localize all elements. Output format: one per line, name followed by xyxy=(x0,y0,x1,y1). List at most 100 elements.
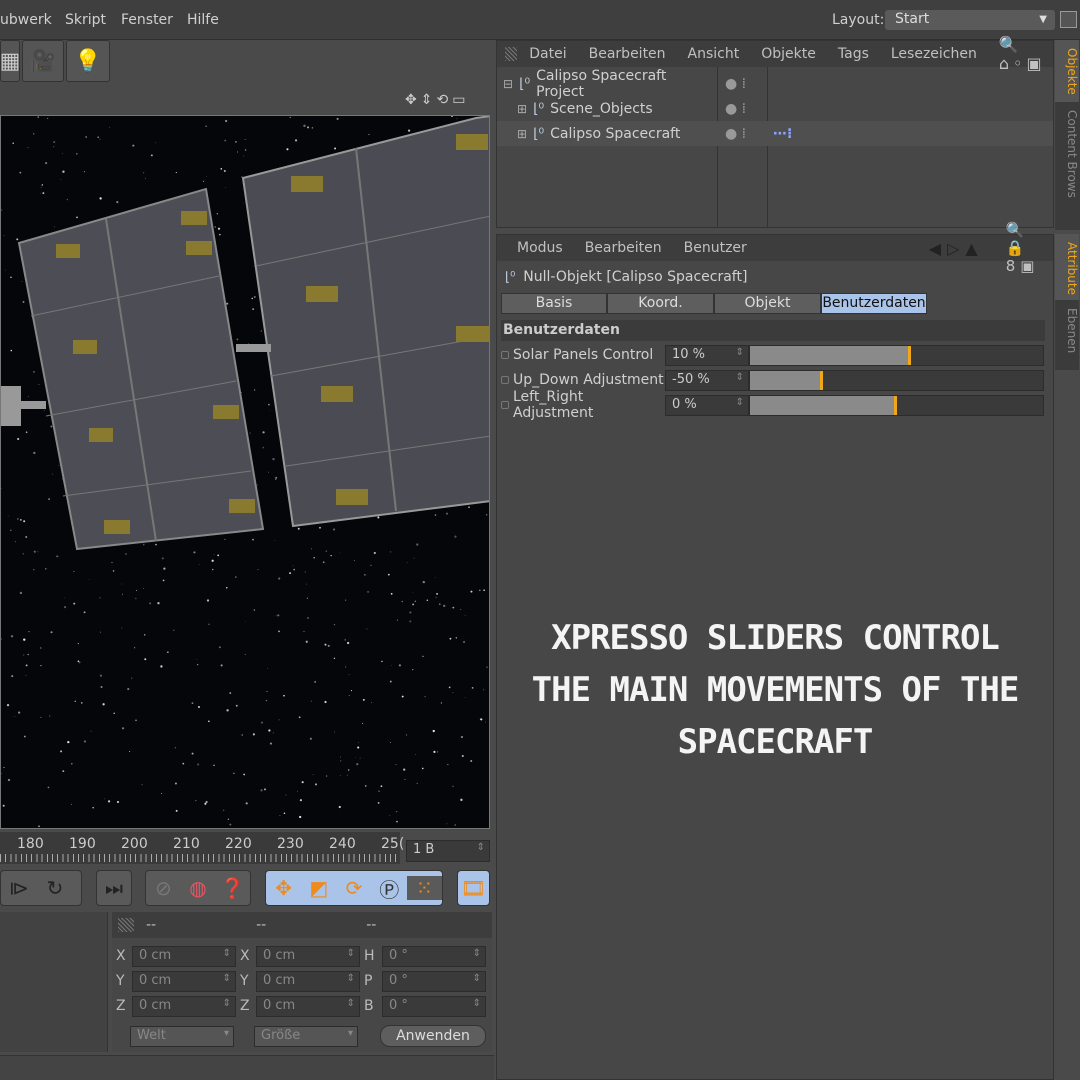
coord-field[interactable]: 0 cm ⇕ xyxy=(132,946,236,967)
camera-icon[interactable]: 🎥 xyxy=(22,40,64,82)
object-name[interactable]: Calipso Spacecraft Project xyxy=(536,68,714,100)
tab-attribute[interactable]: Attribute xyxy=(1055,234,1079,300)
play-forward-icon[interactable]: ⧐ xyxy=(1,876,37,900)
nav-back-forward-icons[interactable]: ◀▷▲ xyxy=(929,239,984,258)
object-row[interactable]: ⊞ ⌊⁰ Calipso Spacecraft ● ⁞ ⋯⁝ xyxy=(497,121,1053,146)
coord-field[interactable]: 0 cm ⇕ xyxy=(256,946,360,967)
animate-checkbox[interactable] xyxy=(501,401,509,409)
light-icon[interactable]: 💡 xyxy=(66,40,110,82)
menu-ansicht[interactable]: Ansicht xyxy=(688,46,740,62)
stepper-icon[interactable]: ⇕ xyxy=(736,397,744,408)
tab-koord[interactable]: Koord. xyxy=(607,293,714,314)
frame-field[interactable]: 1 B ⇕ xyxy=(406,840,490,862)
menu-datei[interactable]: Datei xyxy=(529,46,566,62)
film-button[interactable]: 🎞 xyxy=(457,870,490,906)
coord-field[interactable]: 0 cm ⇕ xyxy=(256,996,360,1017)
param-slider[interactable] xyxy=(749,369,1044,391)
menu-bearbeiten[interactable]: Bearbeiten xyxy=(589,46,666,62)
animate-checkbox[interactable] xyxy=(501,351,509,359)
visibility-dot-icon[interactable]: ● ⁞ xyxy=(725,126,746,142)
axis-label: Z xyxy=(116,998,126,1014)
tab-content-browser[interactable]: Content Brows xyxy=(1055,102,1079,198)
animate-checkbox[interactable] xyxy=(501,376,509,384)
coord-field[interactable]: 0 ° ⇕ xyxy=(382,996,486,1017)
points-icon[interactable]: ⁙ xyxy=(406,876,443,900)
param-value-field[interactable]: 0 % ⇕ xyxy=(665,394,749,416)
viewport-nav-icons[interactable]: ✥⇕⟲▭ xyxy=(405,92,469,108)
chevron-down-icon: ▼ xyxy=(1039,14,1047,25)
object-name[interactable]: Scene_Objects xyxy=(550,101,715,117)
param-value-field[interactable]: 10 % ⇕ xyxy=(665,344,749,366)
coord-field[interactable]: 0 ° ⇕ xyxy=(382,971,486,992)
param-value-field[interactable]: -50 % ⇕ xyxy=(665,369,749,391)
stepper-icon[interactable]: ⇕ xyxy=(736,347,744,358)
axis-label: P xyxy=(364,973,373,989)
rotate-icon[interactable]: ⟳ xyxy=(336,876,371,900)
visibility-dot-icon[interactable]: ● ⁞ xyxy=(725,101,746,117)
coord-header-position: -- xyxy=(146,917,157,933)
coord-header: -- -- -- xyxy=(112,912,492,938)
object-name[interactable]: Calipso Spacecraft xyxy=(550,126,715,142)
viewport[interactable] xyxy=(0,115,490,829)
object-row[interactable]: ⊞ ⌊⁰ Scene_Objects ● ⁞ xyxy=(497,96,1053,121)
tab-objekt[interactable]: Objekt xyxy=(714,293,821,314)
goto-end-button[interactable]: ⏭ xyxy=(96,870,132,906)
xpresso-tag-icon[interactable]: ⋯⁝ xyxy=(773,126,792,142)
size-select[interactable]: Größe ▾ xyxy=(254,1026,358,1047)
menu-fenster[interactable]: Fenster xyxy=(121,12,173,28)
menu-tags[interactable]: Tags xyxy=(838,46,869,62)
param-icon[interactable]: Ⓟ xyxy=(372,874,407,903)
object-manager-menu: Datei Bearbeiten Ansicht Objekte Tags Le… xyxy=(497,35,1053,73)
apply-button[interactable]: Anwenden xyxy=(380,1025,486,1047)
scale-icon[interactable]: ◩ xyxy=(301,876,336,900)
tab-basis[interactable]: Basis xyxy=(501,293,607,314)
link-icon[interactable]: ⊘ xyxy=(146,876,181,900)
coord-field[interactable]: 0 cm ⇕ xyxy=(132,971,236,992)
coord-field[interactable]: 0 cm ⇕ xyxy=(256,971,360,992)
coord-field[interactable]: 0 ° ⇕ xyxy=(382,946,486,967)
plus-expander-icon[interactable]: ⊞ xyxy=(517,102,527,116)
menu-bearbeiten[interactable]: Bearbeiten xyxy=(585,240,662,256)
visibility-dot-icon[interactable]: ● ⁞ xyxy=(725,76,746,92)
coordinate-manager: -- -- -- X 0 cm ⇕ X 0 cm ⇕ H 0 ° ⇕ Y 0 cm ⇕ Y 0 … xyxy=(112,912,492,1052)
object-row[interactable]: ⊟ ⌊⁰ Calipso Spacecraft Project ● ⁞ xyxy=(497,68,1053,100)
layout-value: Start xyxy=(895,11,930,27)
menu-benutzer[interactable]: Benutzer xyxy=(684,240,747,256)
param-slider[interactable] xyxy=(749,344,1044,366)
minus-expander-icon[interactable]: ⊟ xyxy=(503,77,513,91)
tab-benutzerdaten[interactable]: Benutzerdaten xyxy=(821,293,927,314)
slider-fill xyxy=(750,370,824,390)
record-icon[interactable]: ◍ xyxy=(181,876,216,900)
tab-objekte[interactable]: Objekte xyxy=(1055,40,1079,102)
stepper-icon[interactable]: ⇕ xyxy=(736,372,744,383)
menu-hilfe[interactable]: Hilfe xyxy=(187,12,219,28)
param-slider[interactable] xyxy=(749,394,1044,416)
search-home-icons[interactable]: 🔍⌂◦▣ xyxy=(999,35,1053,73)
coord-value: 0 cm xyxy=(139,973,172,988)
fullscreen-icon[interactable] xyxy=(1060,11,1077,28)
menu-ubwerk[interactable]: ubwerk xyxy=(0,12,52,28)
menu-modus[interactable]: Modus xyxy=(517,240,563,256)
menu-skript[interactable]: Skript xyxy=(65,12,106,28)
help-icon[interactable]: ❓ xyxy=(215,876,250,900)
menu-objekte[interactable]: Objekte xyxy=(761,46,816,62)
floor-tool-icon[interactable]: ▦ xyxy=(0,40,20,82)
tab-ebenen[interactable]: Ebenen xyxy=(1055,300,1079,370)
layout-select[interactable]: Start ▼ xyxy=(885,10,1055,30)
loop-icon[interactable]: ↻ xyxy=(37,876,73,900)
menu-lesezeichen[interactable]: Lesezeichen xyxy=(891,46,977,62)
search-lock-icons[interactable]: 🔍🔒8▣ xyxy=(1006,221,1040,275)
timeline-ruler[interactable]: 180 190 200 210 220 230 240 25( xyxy=(0,832,404,864)
axis-label: H xyxy=(364,948,375,964)
caption-line: SPACECRAFT xyxy=(677,722,874,762)
object-side-tabs: Objekte Content Brows xyxy=(1055,40,1080,230)
plus-expander-icon[interactable]: ⊞ xyxy=(517,127,527,141)
move-icon[interactable]: ✥ xyxy=(266,876,301,900)
world-select[interactable]: Welt ▾ xyxy=(130,1026,234,1047)
param-row: Solar Panels Control 10 % ⇕ xyxy=(501,344,1053,366)
grip-icon[interactable] xyxy=(505,47,518,61)
caption-overlay: XPRESSO SLIDERS CONTROL THE MAIN MOVEMEN… xyxy=(500,612,1050,768)
axis-label: X xyxy=(240,948,250,964)
coord-field[interactable]: 0 cm ⇕ xyxy=(132,996,236,1017)
grip-icon[interactable] xyxy=(118,918,134,932)
